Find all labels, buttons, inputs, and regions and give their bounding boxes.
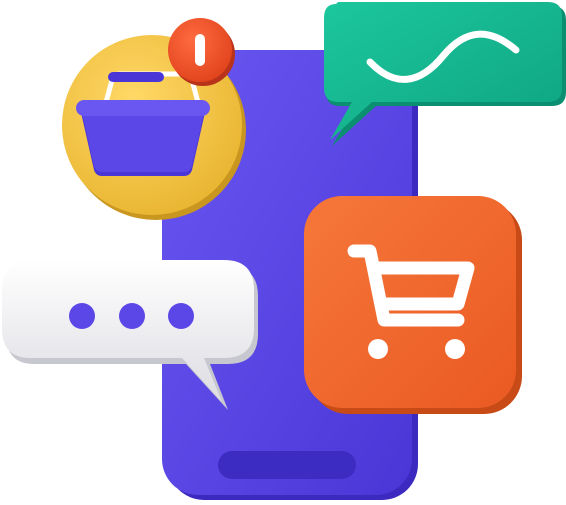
typing-ellipsis-icon bbox=[69, 303, 194, 329]
phone-home-bar bbox=[218, 451, 356, 479]
cart-wheel-left bbox=[368, 339, 388, 359]
cart-wheel-right bbox=[445, 339, 465, 359]
cart-tile bbox=[304, 196, 522, 414]
ecommerce-illustration: ! bbox=[2, 2, 566, 500]
